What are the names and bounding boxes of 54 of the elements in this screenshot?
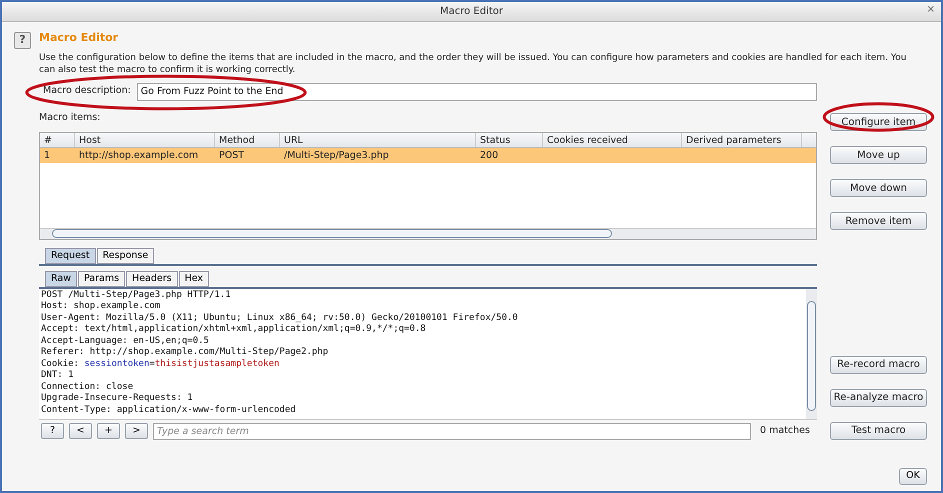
action-button[interactable]: Test macro: [830, 422, 927, 440]
tab[interactable]: Params: [78, 270, 126, 287]
table-cell-text: POST: [218, 148, 246, 163]
code-line: Cookie: sessiontoken=thisistjustasampletoken: [41, 358, 280, 370]
code-line: Referer: http://shop.example.com/Multi-Step/Page2.php: [41, 347, 328, 359]
column-header[interactable]: URL: [280, 132, 476, 147]
table-row[interactable]: 1 http://shop.example.com POST /Multi-Step/Page3.php 200: [40, 148, 816, 163]
close-button[interactable]: ×: [926, 5, 935, 15]
table-cell-text: http://shop.example.com: [78, 148, 200, 163]
code-line: Connection: close: [41, 382, 134, 393]
section-title: Macro Editor: [39, 30, 120, 46]
action-button[interactable]: Remove item: [830, 212, 927, 230]
tab[interactable]: Hex: [178, 270, 210, 287]
column-header[interactable]: #: [40, 132, 75, 147]
items-label: Macro items:: [39, 110, 102, 124]
code-line: DNT: 1: [41, 370, 74, 382]
action-button[interactable]: Move down: [830, 179, 927, 197]
field-label: Macro description:: [42, 84, 132, 98]
tab[interactable]: Headers: [126, 270, 178, 287]
search-field[interactable]: Type a search term: [153, 422, 751, 440]
search-toolbar-button[interactable]: >: [125, 423, 148, 440]
action-button[interactable]: Move up: [830, 146, 927, 164]
code-line: Content-Type: application/x-www-form-urlencoded: [41, 404, 296, 416]
column-header[interactable]: Host: [75, 132, 215, 147]
code-line: POST /Multi-Step/Page3.php HTTP/1.1: [41, 290, 231, 301]
action-button[interactable]: Re-analyze macro: [830, 388, 927, 406]
horizontal-scrollbar[interactable]: [40, 228, 816, 239]
column-header[interactable]: Cookies received: [543, 132, 682, 147]
help-icon[interactable]: ?: [14, 32, 31, 49]
window-title: Macro Editor: [440, 5, 504, 19]
code-line: Upgrade-Insecure-Requests: 1: [41, 393, 193, 405]
vertical-scrollbar[interactable]: [806, 288, 817, 419]
column-header[interactable]: Derived parameters: [682, 132, 802, 147]
ok-button[interactable]: OK: [899, 468, 927, 485]
search-toolbar-button[interactable]: ?: [41, 423, 64, 440]
tab[interactable]: Raw: [45, 270, 77, 287]
tab[interactable]: Response: [96, 248, 154, 264]
tab[interactable]: Request: [45, 248, 96, 264]
code-line: Host: shop.example.com: [41, 301, 160, 313]
table-cell-text: 1: [43, 148, 52, 163]
description-text: Use the configuration below to define the items that are included in the macro, and the order they will be issued. You can configure how parameters and cookies are handled for each item. You can also test the macro to confirm it is working correctly.: [39, 52, 908, 76]
description-field[interactable]: Go From Fuzz Point to the End: [136, 82, 817, 100]
search-toolbar-button[interactable]: +: [97, 423, 120, 440]
match-count: 0 matches: [760, 424, 810, 438]
code-line: Accept-Language: en-US,en;q=0.5: [41, 336, 209, 347]
request-editor[interactable]: [39, 288, 817, 420]
table-cell-text: /Multi-Step/Page3.php: [283, 148, 390, 163]
code-line: Accept: text/html,application/xhtml+xml,application/xml;q=0.9,*/*;q=0.8: [41, 324, 426, 336]
code-line: User-Agent: Mozilla/5.0 (X11; Ubuntu; Linux x86_64; rv:50.0) Gecko/20100101 Firefox/50.0: [41, 312, 518, 324]
search-toolbar-button[interactable]: <: [69, 423, 92, 440]
column-header[interactable]: Method: [215, 132, 280, 147]
column-header[interactable]: Status: [476, 132, 543, 147]
action-button[interactable]: Re-record macro: [830, 356, 927, 374]
table-cell-text: 200: [479, 148, 500, 163]
